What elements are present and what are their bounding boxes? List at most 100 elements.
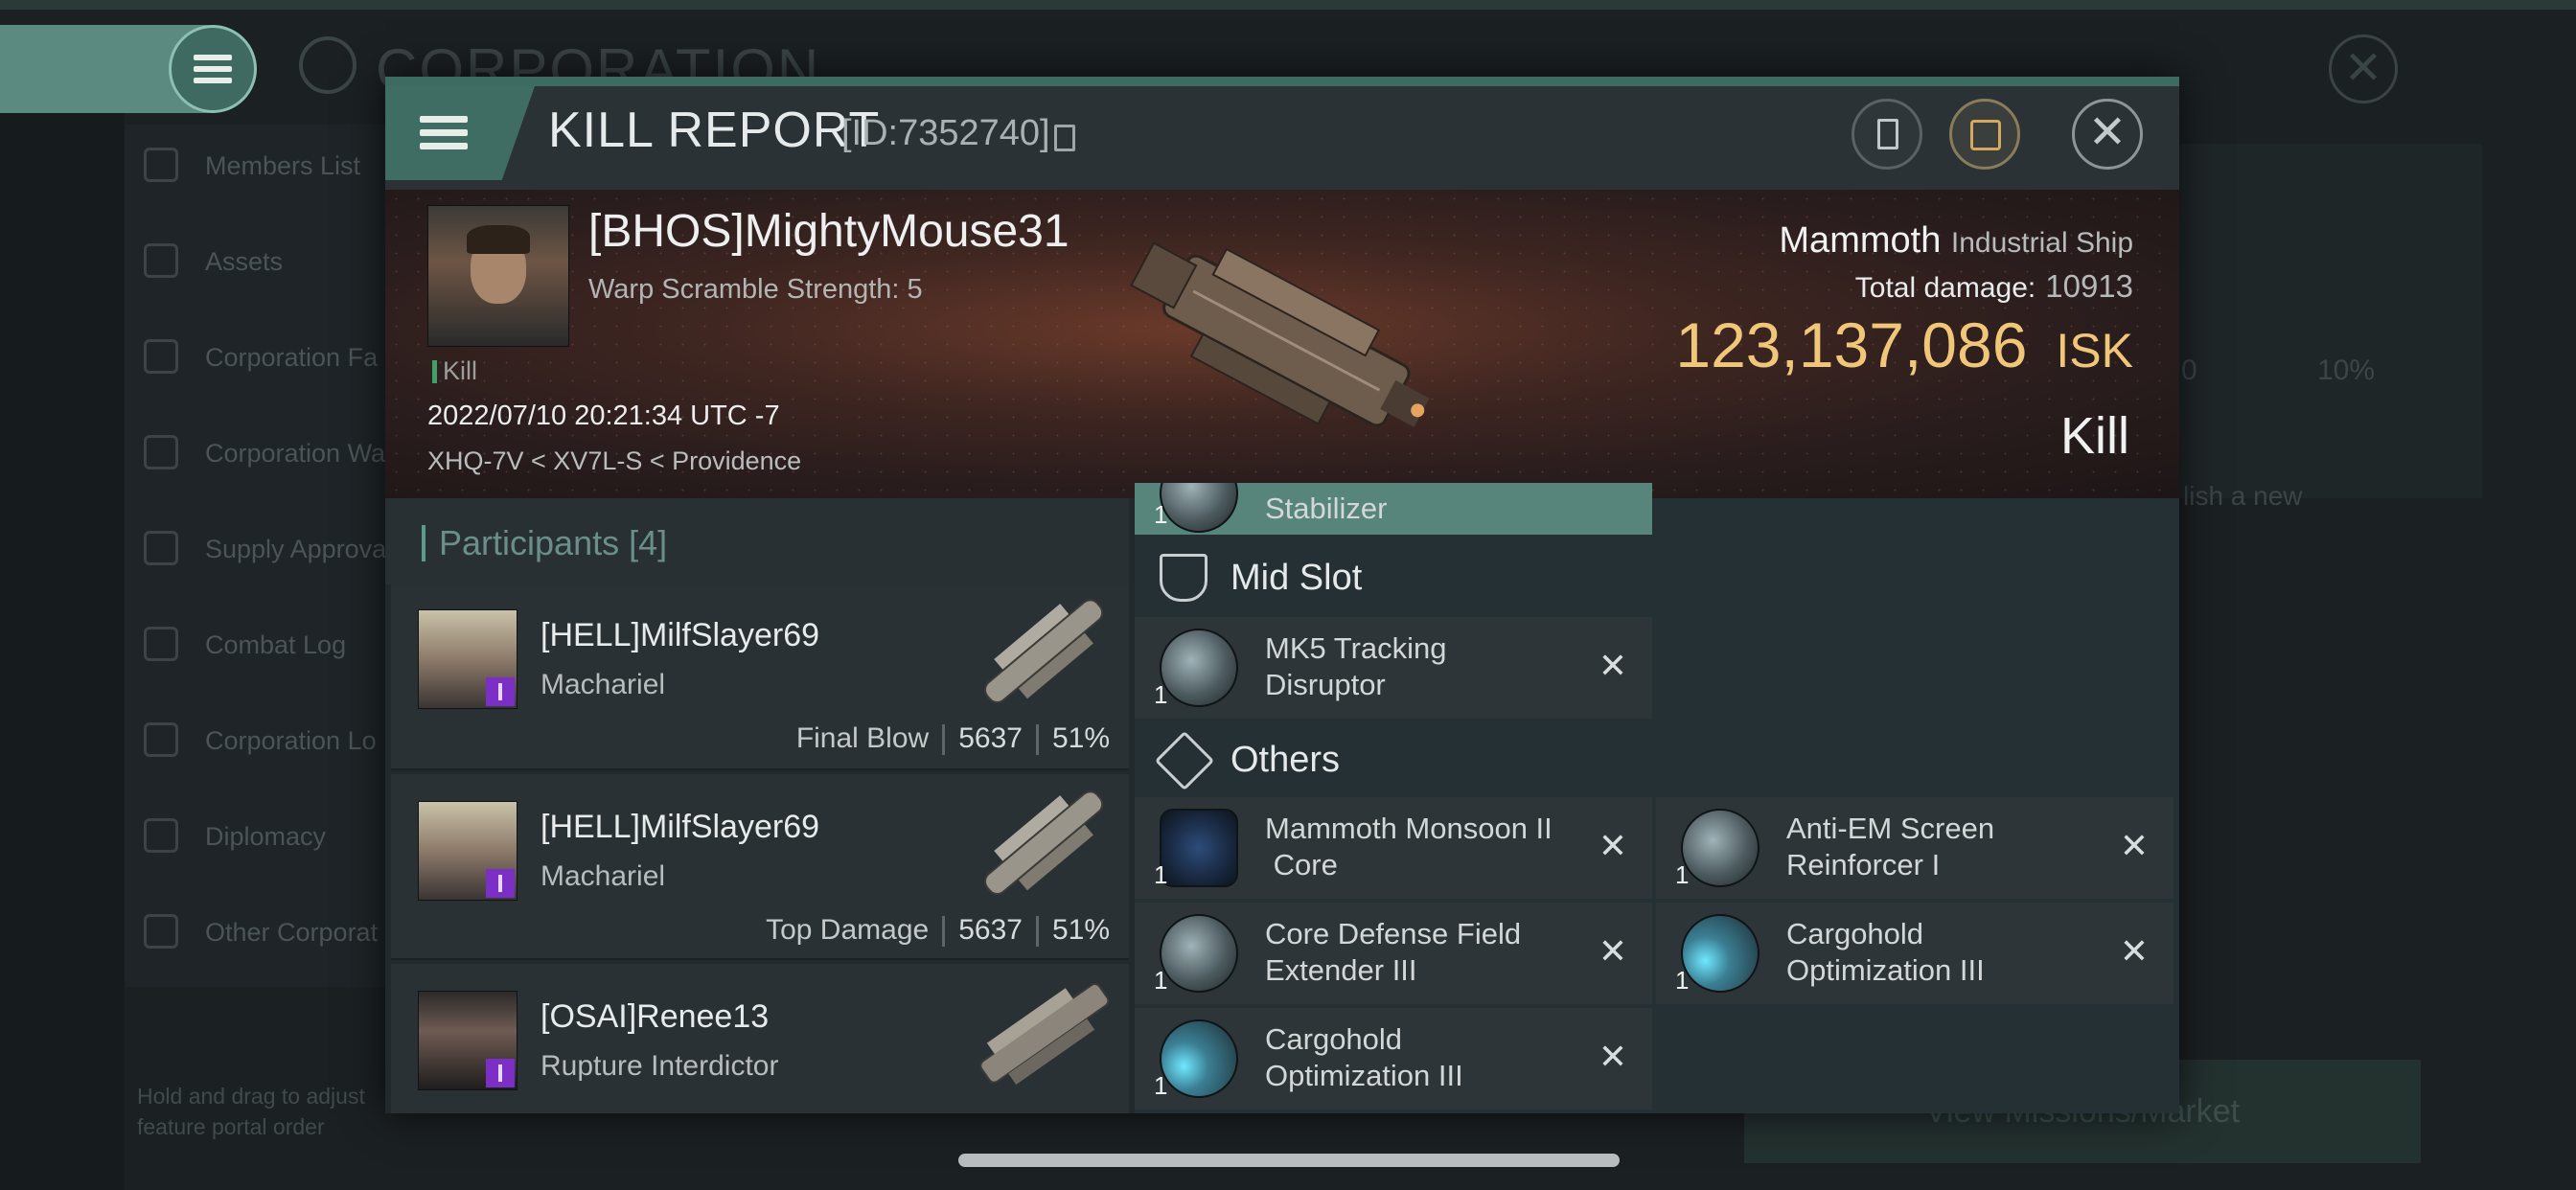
- fitting-item[interactable]: 1 Core Defense Field Extender III ✕: [1135, 903, 1652, 1004]
- fitting-item[interactable]: 1 Cargohold Optimization III ✕: [1656, 903, 2174, 1004]
- document-icon: [1877, 119, 1898, 149]
- sidebar-item-assets[interactable]: Assets: [205, 247, 283, 277]
- menu-icon: [194, 55, 232, 60]
- participant-name[interactable]: [HELL]MilfSlayer69: [540, 809, 819, 846]
- bg-field-percent: 10%: [2317, 355, 2376, 386]
- home-indicator[interactable]: [958, 1154, 1620, 1167]
- corporation-star-icon: [299, 36, 356, 94]
- destroyed-icon: ✕: [1598, 1037, 1627, 1076]
- background-left: [0, 67, 125, 1190]
- bg-field-value: 0: [2181, 355, 2197, 386]
- sidebar-item-facilities[interactable]: Corporation Fa: [205, 343, 378, 373]
- destroyed-icon: ✕: [1598, 646, 1627, 685]
- participant-avatar[interactable]: [418, 801, 518, 901]
- reorder-hint: Hold and drag to adjust feature portal o…: [137, 1084, 365, 1139]
- participant-avatar[interactable]: [418, 991, 518, 1090]
- other-corp-icon: [144, 914, 178, 949]
- fitting-item[interactable]: 1 MK5 Tracking Disruptor ✕: [1135, 617, 1652, 719]
- participant-name[interactable]: [OSAI]Renee13: [540, 998, 769, 1036]
- tracking-disruptor-icon: [1160, 629, 1238, 707]
- sidebar-item-supply[interactable]: Supply Approva: [205, 535, 386, 564]
- shield-extender-icon: [1160, 914, 1238, 993]
- victim-name[interactable]: [BHOS]MightyMouse31: [588, 205, 1070, 258]
- kill-report-title: KILL REPORT: [548, 103, 881, 158]
- total-damage-label: Total damage:: [1854, 272, 2036, 304]
- sidebar-item-members[interactable]: Members List: [205, 151, 360, 181]
- fitting-item[interactable]: 1 Cargohold Optimization III ✕: [1135, 1008, 1652, 1110]
- members-icon: [144, 148, 178, 182]
- participant-avatar[interactable]: [418, 609, 518, 709]
- mid-slot-title: Mid Slot: [1230, 558, 1363, 598]
- destroyed-icon: ✕: [2119, 826, 2149, 865]
- mid-slot-icon: [1160, 554, 1208, 602]
- kill-type: Kill: [2059, 407, 2129, 465]
- participant-ship-image: [983, 790, 1104, 896]
- main-menu-button[interactable]: [169, 25, 257, 113]
- item-name: Mammoth Monsoon II Core: [1265, 812, 1552, 881]
- role-badge-icon: [486, 677, 515, 706]
- destroyed-icon: ✕: [1598, 931, 1627, 971]
- item-name: Cargohold Optimization III: [1786, 917, 1985, 987]
- sidebar-item-combat-log[interactable]: Combat Log: [205, 630, 346, 660]
- participant-ship: Machariel: [540, 669, 666, 700]
- log-icon: [144, 722, 178, 757]
- item-qty: 1: [1154, 966, 1168, 995]
- participant-role: Top Damage: [766, 914, 930, 946]
- victim-subtitle: Warp Scramble Strength: 5: [588, 274, 923, 305]
- ship-image[interactable]: [1102, 201, 1466, 489]
- kill-tag: Kill: [443, 356, 478, 385]
- item-name: Core Defense Field Extender III: [1265, 917, 1522, 987]
- participants-accent: [422, 525, 426, 561]
- item-qty: 1: [1154, 860, 1168, 889]
- participant-percent: 51%: [1051, 722, 1110, 754]
- item-name: Stabilizer: [1265, 492, 1388, 525]
- assets-icon: [144, 243, 178, 278]
- item-qty: 1: [1675, 966, 1690, 995]
- close-button[interactable]: ✕: [2072, 99, 2143, 170]
- top-strip: [0, 0, 2576, 10]
- modal-top-accent: [385, 77, 2179, 86]
- fitting-item[interactable]: 1 Mammoth Monsoon II Core ✕: [1135, 797, 1652, 899]
- item-name: MK5 Tracking Disruptor: [1265, 631, 1447, 701]
- diplomacy-icon: [144, 818, 178, 853]
- isk-value: 123,137,086 ISK: [1675, 309, 2133, 381]
- total-damage: Total damage: 10913: [1855, 268, 2133, 305]
- fitting-item[interactable]: 1 Stabilizer: [1135, 483, 1652, 535]
- participant-role: Final Blow: [795, 722, 930, 754]
- share-button[interactable]: [1949, 99, 2020, 170]
- item-qty: 1: [1154, 1071, 1168, 1100]
- participant-damage: 5637: [958, 914, 1023, 946]
- participant-stats: Final Blow 5637 51%: [795, 722, 1110, 756]
- kill-report-id: [ID:7352740]: [841, 113, 1050, 153]
- item-name: Anti-EM Screen Reinforcer I: [1786, 812, 1995, 881]
- victim-portrait[interactable]: [427, 205, 569, 347]
- cargohold-icon: [1160, 1019, 1238, 1098]
- sidebar-item-wallet[interactable]: Corporation Wa: [205, 439, 385, 469]
- item-qty: 1: [1154, 500, 1168, 529]
- participant-damage: 5637: [958, 722, 1023, 754]
- participant-ship: Rupture Interdictor: [540, 1050, 779, 1082]
- destroyed-icon: ✕: [1598, 826, 1627, 865]
- module-icon: [1160, 483, 1238, 533]
- participant-percent: 51%: [1051, 914, 1110, 946]
- sidebar-item-corp-log[interactable]: Corporation Lo: [205, 726, 377, 756]
- kill-location[interactable]: XHQ-7V < XV7L-S < Providence: [427, 446, 801, 476]
- cargohold-icon: [1681, 914, 1760, 993]
- shield-icon: [1681, 809, 1760, 887]
- supply-icon: [144, 531, 178, 565]
- wallet-icon: [144, 435, 178, 469]
- share-icon: [1970, 120, 2001, 150]
- sidebar-item-diplomacy[interactable]: Diplomacy: [205, 822, 326, 852]
- role-badge-icon: [486, 1059, 515, 1087]
- page-close-button[interactable]: ✕: [2329, 34, 2398, 103]
- sidebar-item-other-corp[interactable]: Other Corporat: [205, 918, 378, 948]
- participant-stats: Top Damage 5637 51%: [766, 914, 1110, 948]
- participant-name[interactable]: [HELL]MilfSlayer69: [540, 617, 819, 654]
- participants-title: Participants [4]: [439, 523, 668, 562]
- report-document-button[interactable]: [1852, 99, 1922, 170]
- kill-datetime: 2022/07/10 20:21:34 UTC -7: [427, 400, 780, 431]
- fitting-item[interactable]: 1 Anti-EM Screen Reinforcer I ✕: [1656, 797, 2174, 899]
- copy-icon[interactable]: [1054, 125, 1075, 151]
- participant-ship: Machariel: [540, 860, 666, 892]
- participant-ship-image: [983, 599, 1104, 704]
